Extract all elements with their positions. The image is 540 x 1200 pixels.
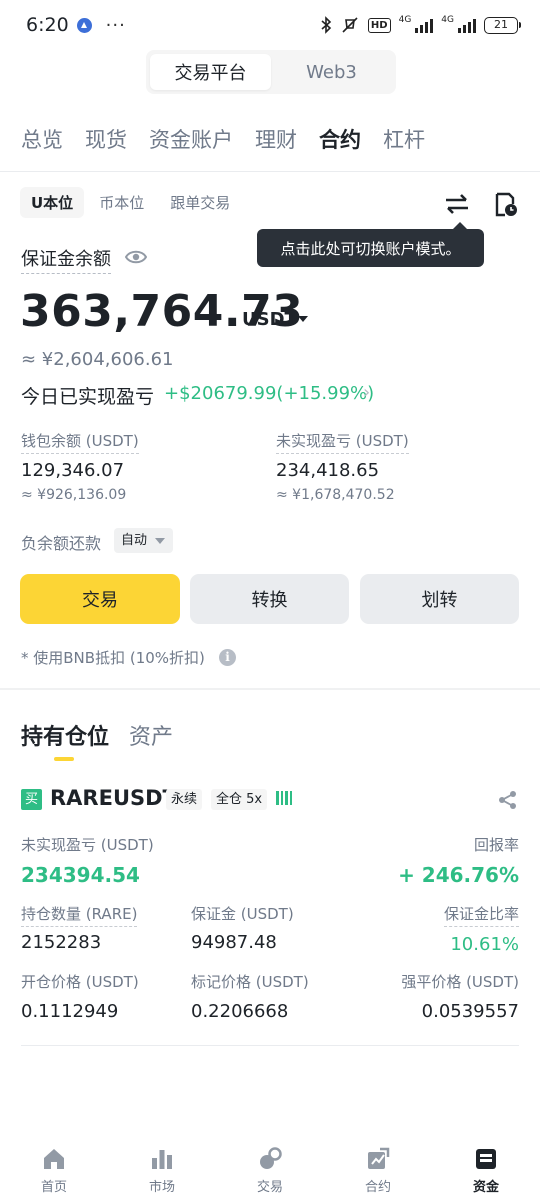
convert-button[interactable]: 转换 bbox=[190, 574, 349, 624]
nav-trade[interactable]: 交易 bbox=[216, 1136, 324, 1200]
unrealized-pnl-approx: ≈ ¥1,678,470.52 bbox=[276, 487, 395, 503]
nav-label: 合约 bbox=[364, 1180, 391, 1195]
transfer-button[interactable]: 划转 bbox=[360, 574, 519, 624]
wallet-icon bbox=[476, 1149, 496, 1169]
nav-home[interactable]: 首页 bbox=[0, 1136, 108, 1200]
chevron-right-icon[interactable]: › bbox=[363, 382, 370, 403]
entry-price-label: 开仓价格 (USDT) bbox=[21, 973, 139, 991]
tab-overview[interactable]: 总览 bbox=[21, 124, 63, 154]
tab-assets[interactable]: 资产 bbox=[129, 719, 173, 751]
active-tab-indicator bbox=[54, 757, 74, 761]
app-notification-icon bbox=[76, 17, 92, 33]
position-size-value: 2152283 bbox=[21, 932, 102, 953]
position-unrealized-value: 234394.54 bbox=[21, 863, 140, 887]
contract-type-tag: 永续 bbox=[166, 789, 203, 810]
wallet-category-tabs: 总览 现货 资金账户 理财 合约 杠杆 bbox=[21, 124, 425, 154]
today-pnl-label: 今日已实现盈亏 bbox=[21, 386, 155, 408]
tab-coinm[interactable]: 币本位 bbox=[88, 187, 155, 218]
divider bbox=[0, 171, 540, 172]
tab-funding[interactable]: 资金账户 bbox=[149, 124, 233, 154]
position-margin-value: 94987.48 bbox=[191, 932, 277, 953]
adl-indicator-icon bbox=[276, 791, 292, 805]
caret-down-icon[interactable] bbox=[298, 316, 308, 322]
more-notifications-icon: ··· bbox=[105, 14, 126, 36]
divider bbox=[21, 1045, 519, 1046]
trade-button[interactable]: 交易 bbox=[20, 574, 180, 624]
futures-sub-tabs: U本位 币本位 跟单交易 bbox=[20, 187, 241, 218]
margin-ratio-label: 保证金比率 bbox=[443, 903, 519, 927]
balance-cny-approx: ≈ ¥2,604,606.61 bbox=[21, 349, 174, 370]
network-type-2: 4G bbox=[441, 14, 454, 25]
status-indicators: HD 4G 4G 21 bbox=[320, 14, 521, 34]
share-icon[interactable] bbox=[498, 790, 518, 810]
bluetooth-icon bbox=[321, 16, 332, 34]
position-margin-label: 保证金 (USDT) bbox=[191, 905, 294, 923]
repay-mode-select[interactable]: 自动 bbox=[114, 528, 174, 553]
nav-markets[interactable]: 市场 bbox=[108, 1136, 216, 1200]
unrealized-pnl-label: 未实现盈亏 (USDT) bbox=[276, 430, 409, 454]
tab-margin[interactable]: 杠杆 bbox=[383, 124, 425, 154]
status-time: 6:20 bbox=[26, 14, 69, 36]
tab-positions[interactable]: 持有仓位 bbox=[21, 719, 109, 751]
nav-label: 市场 bbox=[148, 1180, 175, 1195]
mute-icon bbox=[342, 17, 358, 33]
roe-label: 回报率 bbox=[473, 836, 519, 854]
futures-icon bbox=[368, 1147, 390, 1169]
history-record-icon[interactable] bbox=[494, 192, 518, 218]
network-type-1: 4G bbox=[398, 14, 412, 25]
position-tabs: 持有仓位 资产 bbox=[21, 719, 173, 751]
section-divider bbox=[0, 688, 540, 690]
liquidation-price-label: 强平价格 (USDT) bbox=[401, 973, 519, 991]
today-pnl-value[interactable]: +$20679.99(+15.99%) bbox=[164, 383, 374, 404]
nav-label: 交易 bbox=[256, 1180, 283, 1195]
account-mode-tooltip: 点击此处可切换账户模式。 bbox=[257, 222, 484, 267]
position-symbol[interactable]: RAREUSDT bbox=[50, 786, 177, 810]
tab-spot[interactable]: 现货 bbox=[85, 124, 127, 154]
liquidation-price-value: 0.0539557 bbox=[421, 1001, 519, 1022]
eye-icon[interactable] bbox=[125, 248, 147, 266]
nav-wallet[interactable]: 资金 bbox=[432, 1136, 540, 1200]
switch-account-mode-icon[interactable] bbox=[442, 192, 472, 216]
wallet-balance-value: 129,346.07 bbox=[21, 460, 125, 481]
balance-unit-selector[interactable]: USDT bbox=[242, 309, 297, 330]
bnb-discount-note: * 使用BNB抵扣 (10%折扣) bbox=[21, 649, 205, 667]
home-icon bbox=[44, 1149, 64, 1169]
tab-exchange[interactable]: 交易平台 bbox=[150, 54, 271, 90]
signal-icon-1 bbox=[415, 17, 434, 33]
status-bar: 6:20 ··· HD 4G 4G 21 bbox=[0, 0, 540, 50]
position-unrealized-label: 未实现盈亏 (USDT) bbox=[21, 836, 154, 854]
mark-price-label: 标记价格 (USDT) bbox=[191, 973, 309, 991]
market-chart-icon bbox=[152, 1150, 172, 1169]
entry-price-value: 0.1112949 bbox=[21, 1001, 119, 1022]
buy-side-badge: 买 bbox=[21, 789, 42, 810]
bottom-navigation: 首页 市场 交易 合约 资金 bbox=[0, 1136, 540, 1200]
margin-balance-label: 保证金余额 bbox=[21, 245, 111, 274]
negative-balance-repay-label: 负余额还款 bbox=[21, 534, 102, 553]
tab-earn[interactable]: 理财 bbox=[255, 124, 297, 154]
roe-value: + 246.76% bbox=[398, 863, 519, 887]
trade-icon bbox=[260, 1147, 282, 1169]
tab-futures[interactable]: 合约 bbox=[319, 124, 361, 154]
wallet-balance-approx: ≈ ¥926,136.09 bbox=[21, 487, 127, 503]
hd-voice-icon: HD bbox=[367, 17, 391, 33]
info-icon[interactable]: i bbox=[219, 649, 236, 666]
tab-usdm[interactable]: U本位 bbox=[20, 187, 85, 218]
platform-switch: 交易平台 Web3 bbox=[146, 50, 396, 94]
mark-price-value: 0.2206668 bbox=[191, 1001, 289, 1022]
tab-copy-trading[interactable]: 跟单交易 bbox=[159, 187, 241, 218]
nav-label: 资金 bbox=[472, 1180, 499, 1195]
battery-icon: 21 bbox=[484, 16, 521, 34]
tab-web3[interactable]: Web3 bbox=[271, 54, 392, 90]
wallet-balance-label: 钱包余额 (USDT) bbox=[21, 430, 139, 454]
nav-label: 首页 bbox=[40, 1180, 67, 1195]
position-size-label: 持仓数量 (RARE) bbox=[21, 903, 138, 927]
unrealized-pnl-value: 234,418.65 bbox=[276, 460, 380, 481]
margin-ratio-value: 10.61% bbox=[450, 934, 519, 955]
nav-futures[interactable]: 合约 bbox=[324, 1136, 432, 1200]
signal-icon-2 bbox=[458, 17, 476, 33]
margin-mode-tag: 全仓 5x bbox=[211, 789, 268, 810]
